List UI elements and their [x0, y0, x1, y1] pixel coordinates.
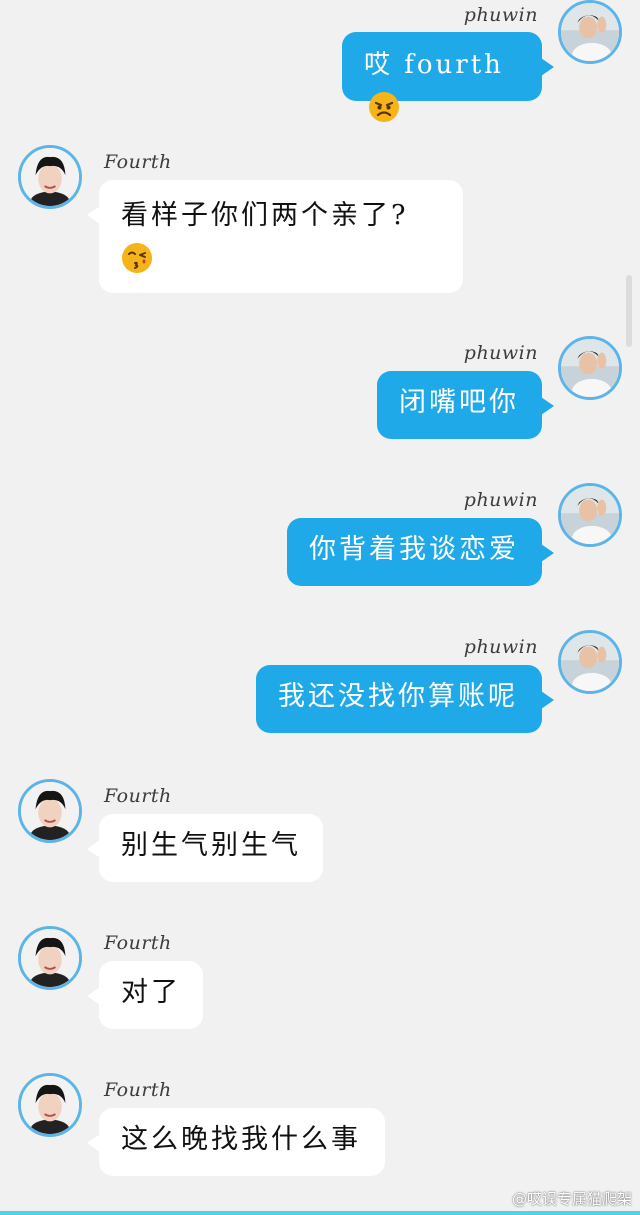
avatar-phuwin[interactable] [558, 336, 622, 400]
message-bubble[interactable]: 看样子你们两个亲了? [87, 180, 463, 293]
watermark: @哎误专属猫爬架 [511, 1190, 632, 1208]
message-text: 你背着我谈恋爱 [309, 534, 519, 565]
avatar-phuwin[interactable] [558, 630, 622, 694]
message-text: 别生气别生气 [121, 830, 301, 861]
message-bubble[interactable]: 这么晚找我什么事 [87, 1108, 385, 1176]
message-text: 我还没找你算账呢 [278, 681, 518, 712]
message-bubble[interactable]: 对了 [87, 961, 203, 1029]
sender-name: Fourth [104, 151, 172, 173]
sender-name: Fourth [104, 932, 172, 954]
message-text: 对了 [121, 977, 181, 1008]
avatar-fourth[interactable] [18, 779, 82, 843]
message-bubble[interactable]: 别生气别生气 [87, 814, 323, 882]
bottom-divider [0, 1211, 640, 1215]
message-text: 闭嘴吧你 [399, 387, 519, 418]
scrollbar[interactable] [626, 275, 632, 347]
sender-name: phuwin [463, 342, 538, 364]
sender-name: phuwin [463, 489, 538, 511]
avatar-fourth[interactable] [18, 926, 82, 990]
message-bubble[interactable]: 闭嘴吧你 [377, 371, 554, 439]
sender-name: Fourth [104, 1079, 172, 1101]
avatar-fourth[interactable] [18, 145, 82, 209]
avatar-phuwin[interactable] [558, 483, 622, 547]
message-text: 看样子你们两个亲了? [121, 200, 409, 231]
message-bubble[interactable]: 哎 fourth [342, 32, 554, 122]
message-bubble[interactable]: 你背着我谈恋爱 [287, 518, 554, 586]
message-text: 哎 fourth [364, 50, 504, 80]
avatar-phuwin[interactable] [558, 0, 622, 64]
kissing-face-emoji [122, 243, 152, 273]
sender-name: phuwin [463, 4, 538, 26]
sender-name: Fourth [104, 785, 172, 807]
sender-name: phuwin [463, 636, 538, 658]
message-text: 这么晚找我什么事 [121, 1124, 361, 1155]
avatar-fourth[interactable] [18, 1073, 82, 1137]
message-bubble[interactable]: 我还没找你算账呢 [256, 665, 554, 733]
angry-face-emoji [369, 92, 399, 122]
